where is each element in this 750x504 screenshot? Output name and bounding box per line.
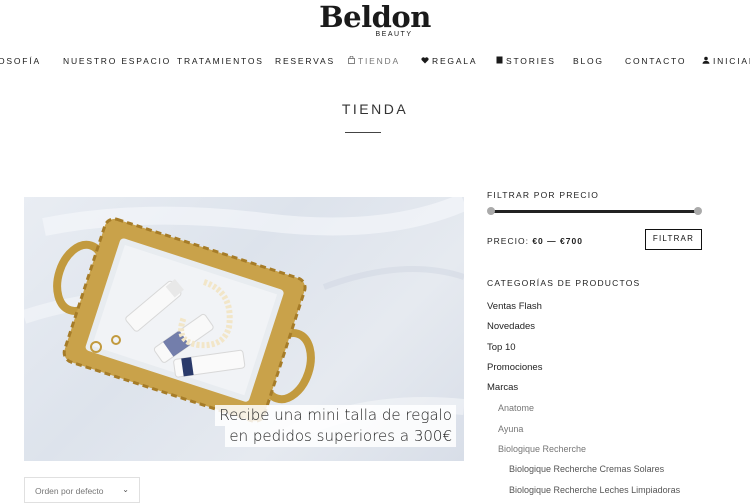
page-title: TIENDA xyxy=(341,101,409,117)
filter-button[interactable]: FILTRAR xyxy=(645,229,702,250)
price-filter-title: FILTRAR POR PRECIO xyxy=(487,190,600,200)
nav-label: STORIES xyxy=(506,56,556,66)
shopping-bag-icon xyxy=(348,55,355,66)
promo-banner[interactable]: Recibe una mini talla de regalo en pedid… xyxy=(24,197,464,461)
book-icon xyxy=(496,56,503,66)
price-slider-min-handle[interactable] xyxy=(487,207,495,215)
nav-item-tienda[interactable]: TIENDA xyxy=(348,55,400,66)
category-top-10[interactable]: Top 10 xyxy=(487,342,737,362)
nav-item-tratamientos[interactable]: TRATAMIENTOS xyxy=(177,56,264,66)
promo-caption-line2: en pedidos superiores a 300€ xyxy=(225,426,456,447)
price-label-text: PRECIO: xyxy=(487,236,529,246)
category-marcas[interactable]: Marcas xyxy=(487,382,737,402)
title-divider xyxy=(345,132,381,133)
nav-item-regala[interactable]: REGALA xyxy=(421,56,477,66)
main-nav: OSOFÍA NUESTRO ESPACIO TRATAMIENTOS RESE… xyxy=(0,55,750,70)
nav-item-stories[interactable]: STORIES xyxy=(496,56,556,66)
nav-label: OSOFÍA xyxy=(0,56,41,66)
chevron-down-icon: ⌄ xyxy=(122,485,129,494)
nav-item-iniciar[interactable]: INICIAR xyxy=(702,56,750,66)
sort-dropdown[interactable]: Orden por defecto ⌄ xyxy=(24,477,140,503)
user-icon xyxy=(702,56,710,66)
brand-name: Beldon xyxy=(319,0,431,34)
price-slider-track[interactable] xyxy=(490,210,698,213)
category-br-cremas-solares[interactable]: Biologique Recherche Cremas Solares xyxy=(487,463,737,483)
price-range-value: €0 — €700 xyxy=(532,236,583,246)
nav-label: TIENDA xyxy=(358,56,400,66)
promo-caption: Recibe una mini talla de regalo en pedid… xyxy=(215,405,456,447)
nav-label: REGALA xyxy=(432,56,478,66)
nav-label: BLOG xyxy=(573,56,604,66)
promo-caption-line1: Recibe una mini talla de regalo xyxy=(215,405,456,426)
category-novedades[interactable]: Novedades xyxy=(487,321,737,341)
nav-item-contacto[interactable]: CONTACTO xyxy=(625,56,686,66)
nav-label: TRATAMIENTOS xyxy=(177,56,264,66)
brand-logo[interactable]: Beldon BEAUTY xyxy=(0,2,750,39)
brand-sub: BEAUTY xyxy=(375,31,413,38)
nav-item-nuestro-espacio[interactable]: NUESTRO ESPACIO xyxy=(63,56,171,66)
price-slider-max-handle[interactable] xyxy=(694,207,702,215)
nav-item-blog[interactable]: BLOG xyxy=(573,56,604,66)
categories-title: CATEGORÍAS DE PRODUCTOS xyxy=(487,278,641,288)
category-promociones[interactable]: Promociones xyxy=(487,362,737,382)
nav-label: NUESTRO ESPACIO xyxy=(63,56,172,66)
category-biologique-recherche[interactable]: Biologique Recherche xyxy=(487,443,737,463)
category-br-leches-limpiadoras[interactable]: Biologique Recherche Leches Limpiadoras xyxy=(487,484,737,504)
sort-label: Orden por defecto xyxy=(35,486,104,496)
price-range-label: PRECIO: €0 — €700 xyxy=(487,236,583,246)
category-ventas-flash[interactable]: Ventas Flash xyxy=(487,301,737,321)
nav-label: INICIAR xyxy=(713,56,750,66)
heart-icon xyxy=(421,57,429,66)
category-anatome[interactable]: Anatome xyxy=(487,402,737,422)
nav-item-filosofia[interactable]: OSOFÍA xyxy=(0,56,41,66)
category-list: Ventas Flash Novedades Top 10 Promocione… xyxy=(487,301,737,504)
nav-label: CONTACTO xyxy=(625,56,687,66)
category-ayuna[interactable]: Ayuna xyxy=(487,423,737,443)
nav-label: RESERVAS xyxy=(275,56,335,66)
nav-item-reservas[interactable]: RESERVAS xyxy=(275,56,335,66)
